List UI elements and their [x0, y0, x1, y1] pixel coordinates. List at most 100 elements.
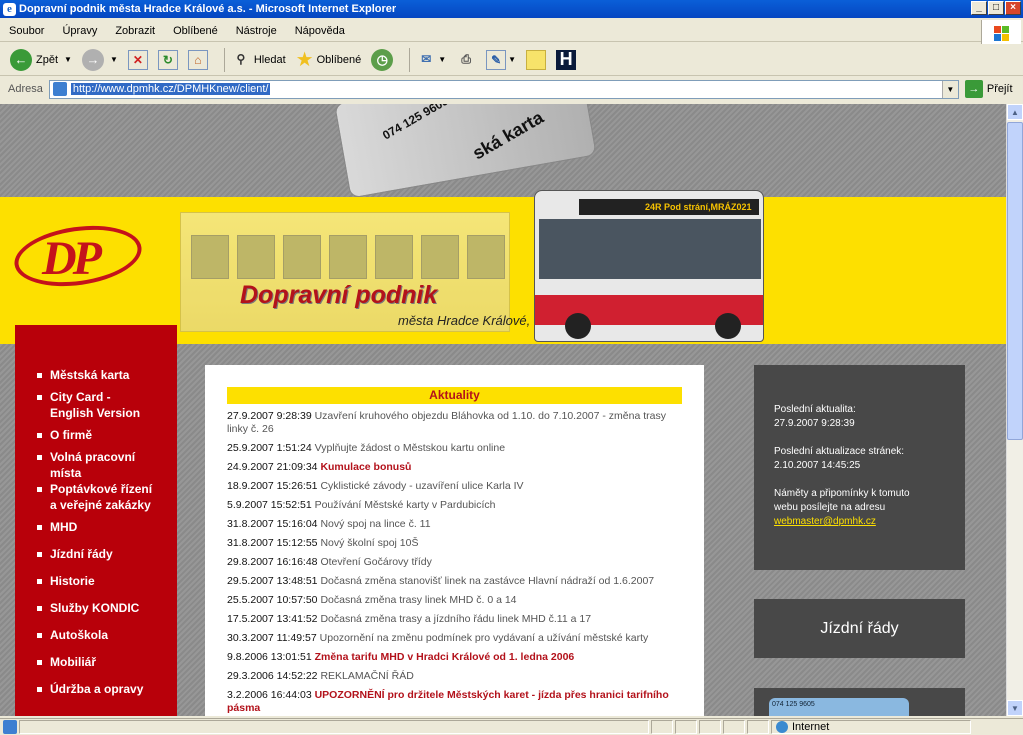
news-date: 18.9.2007 15:26:51	[227, 480, 318, 492]
news-link[interactable]: REKLAMAČNÍ ŘÁD	[320, 670, 413, 682]
news-date: 29.8.2007 16:16:48	[227, 556, 318, 568]
menu-napoveda[interactable]: Nápověda	[295, 25, 345, 37]
menu-oblibene[interactable]: Oblíbené	[173, 25, 218, 37]
sidebar-item-volna-mista[interactable]: Volná pracovní místa	[37, 449, 157, 481]
back-button[interactable]: ← Zpět ▼	[10, 48, 72, 71]
news-link[interactable]: Dočasná změna trasy a jízdního řádu line…	[320, 613, 591, 625]
sidebar-item-o-firme[interactable]: O firmě	[37, 427, 157, 443]
news-link[interactable]: Nový školní spoj 10Š	[320, 537, 418, 549]
vertical-scrollbar[interactable]: ▲ ▼	[1006, 104, 1023, 716]
close-button[interactable]: ×	[1005, 1, 1021, 15]
news-item[interactable]: 29.8.2007 16:16:48 Otevření Gočárovy tří…	[227, 556, 687, 569]
news-link[interactable]: Cyklistické závody - uzavíření ulice Kar…	[320, 480, 523, 492]
menu-zobrazit[interactable]: Zobrazit	[115, 25, 155, 37]
news-item[interactable]: 9.8.2006 13:01:51 Změna tarifu MHD v Hra…	[227, 651, 687, 664]
scroll-thumb[interactable]	[1007, 122, 1023, 440]
stop-button[interactable]: ✕	[127, 49, 148, 70]
window-title: Dopravní podnik města Hradce Králové a.s…	[19, 3, 397, 15]
forward-dropdown-icon[interactable]: ▼	[110, 55, 118, 64]
news-item[interactable]: 29.3.2006 14:52:22 REKLAMAČNÍ ŘÁD	[227, 670, 687, 683]
header-banner: DP Dopravní podnik města Hradce Králové,…	[0, 197, 1006, 344]
favorites-button[interactable]: ★ Oblíbené	[296, 47, 362, 72]
sidebar-item-city-card[interactable]: City Card - English Version	[37, 389, 147, 421]
print-button[interactable]: ⎙	[456, 50, 476, 70]
sidebar-item-historie[interactable]: Historie	[37, 573, 157, 589]
city-card-promo[interactable]: 074 125 9605	[754, 688, 965, 716]
go-button[interactable]: → Přejít	[964, 80, 1013, 98]
menu-nastroje[interactable]: Nástroje	[236, 25, 277, 37]
news-item[interactable]: 30.3.2007 11:49:57 Upozornění na změnu p…	[227, 632, 687, 645]
news-link[interactable]: Otevření Gočárovy třídy	[320, 556, 431, 568]
page-icon	[52, 82, 67, 96]
news-link[interactable]: Kumulace bonusů	[320, 461, 411, 473]
news-item[interactable]: 5.9.2007 15:52:51 Používání Městské kart…	[227, 499, 687, 512]
sidebar-item-mhd[interactable]: MHD	[37, 519, 157, 535]
menu-soubor[interactable]: Soubor	[9, 25, 44, 37]
minimize-button[interactable]: _	[971, 1, 987, 15]
history-button[interactable]: ◷	[371, 48, 394, 71]
news-link[interactable]: Používání Městské karty v Pardubicích	[315, 499, 496, 511]
promo-card-number: 074 125 9605	[772, 701, 815, 708]
sidebar-item-poptavkove-rizeni[interactable]: Poptávkové řízení a veřejné zakázky	[37, 481, 157, 513]
news-link[interactable]: Upozornění na změnu podmínek pro vydávan…	[320, 632, 649, 644]
dp-logo[interactable]: DP	[10, 218, 146, 294]
favorites-label: Oblíbené	[316, 53, 362, 66]
news-date: 3.2.2006 16:44:03	[227, 689, 312, 701]
info-box: Poslední aktualita: 27.9.2007 9:28:39 Pos…	[754, 365, 965, 570]
news-heading: Aktuality	[227, 387, 682, 404]
mail-button[interactable]: ✉ ▼	[416, 50, 446, 70]
news-item[interactable]: 31.8.2007 15:16:04 Nový spoj na lince č.…	[227, 518, 687, 531]
window-controls: _ □ ×	[971, 1, 1021, 15]
scroll-down-icon[interactable]: ▼	[1007, 700, 1023, 716]
brand-title: Dopravní podnik	[240, 281, 438, 309]
edit-button[interactable]: ✎ ▼	[486, 49, 516, 70]
news-date: 29.5.2007 13:48:51	[227, 575, 318, 587]
news-item[interactable]: 18.9.2007 15:26:51 Cyklistické závody - …	[227, 480, 687, 493]
news-item[interactable]: 3.2.2006 16:44:03 UPOZORNĚNÍ pro držitel…	[227, 689, 687, 715]
card-number: 074 125 9605	[380, 104, 451, 143]
print-icon: ⎙	[461, 51, 471, 66]
news-item[interactable]: 25.5.2007 10:57:50 Dočasná změna trasy l…	[227, 594, 687, 607]
address-url[interactable]: http://www.dpmhk.cz/DPMHKnew/client/	[70, 83, 271, 95]
home-button[interactable]: ⌂	[187, 49, 208, 70]
sidebar-item-jizdni-rady[interactable]: Jízdní řády	[37, 546, 157, 562]
forward-button[interactable]: → ▼	[81, 48, 118, 71]
webmaster-email-link[interactable]: webmaster@dpmhk.cz	[774, 516, 876, 527]
sidebar-item-sluzby-kondic[interactable]: Služby KONDIC	[37, 600, 157, 616]
search-button[interactable]: ⚲ Hledat	[231, 50, 285, 70]
maximize-button[interactable]: □	[988, 1, 1004, 15]
h-button[interactable]: H	[556, 49, 577, 70]
news-link[interactable]: Dočasná změna trasy linek MHD č. 0 a 14	[320, 594, 516, 606]
news-item[interactable]: 24.9.2007 21:09:34 Kumulace bonusů	[227, 461, 687, 474]
sidebar-item-udrzba-opravy[interactable]: Údržba a opravy	[37, 681, 157, 697]
news-item[interactable]: 29.5.2007 13:48:51 Dočasná změna stanovi…	[227, 575, 687, 588]
news-item[interactable]: 25.9.2007 1:51:24 Vyplňujte žádost o Měs…	[227, 442, 687, 455]
stop-icon: ✕	[127, 49, 148, 70]
news-item[interactable]: 31.8.2007 15:12:55 Nový školní spoj 10Š	[227, 537, 687, 550]
edit-icon: ✎	[486, 49, 507, 70]
news-item[interactable]: 17.5.2007 13:41:52 Dočasná změna trasy a…	[227, 613, 687, 626]
scroll-up-icon[interactable]: ▲	[1007, 104, 1023, 120]
status-cell	[699, 720, 721, 734]
news-item[interactable]: 27.9.2007 9:28:39 Uzavření kruhového obj…	[227, 410, 687, 436]
address-bar: Adresa http://www.dpmhk.cz/DPMHKnew/clie…	[0, 77, 1023, 101]
news-link[interactable]: Vyplňujte žádost o Městskou kartu online	[315, 442, 505, 454]
bus-wheel	[715, 313, 741, 339]
news-link[interactable]: Dočasná změna stanovišť linek na zastávc…	[320, 575, 654, 587]
sidebar-item-mestska-karta[interactable]: Městská karta	[37, 367, 157, 383]
menu-upravy[interactable]: Úpravy	[62, 25, 97, 37]
sidebar-item-autoskola[interactable]: Autoškola	[37, 627, 157, 643]
sidebar-item-mobiliar[interactable]: Mobiliář	[37, 654, 157, 670]
address-dropdown-icon[interactable]: ▼	[941, 80, 958, 98]
last-update-date: 2.10.2007 14:45:25	[774, 460, 861, 471]
news-link[interactable]: Nový spoj na lince č. 11	[320, 518, 430, 530]
sidebar-nav: Městská karta City Card - English Versio…	[15, 325, 177, 716]
promo-card-image: 074 125 9605	[769, 698, 909, 716]
notes-button[interactable]	[526, 49, 547, 70]
news-link[interactable]: Změna tarifu MHD v Hradci Králové od 1. …	[315, 651, 575, 663]
refresh-button[interactable]: ↻	[157, 49, 178, 70]
address-input[interactable]: http://www.dpmhk.cz/DPMHKnew/client/ ▼	[48, 79, 959, 99]
timetable-button[interactable]: Jízdní řády	[754, 599, 965, 658]
back-dropdown-icon[interactable]: ▼	[64, 55, 72, 64]
status-page-icon	[3, 720, 17, 734]
